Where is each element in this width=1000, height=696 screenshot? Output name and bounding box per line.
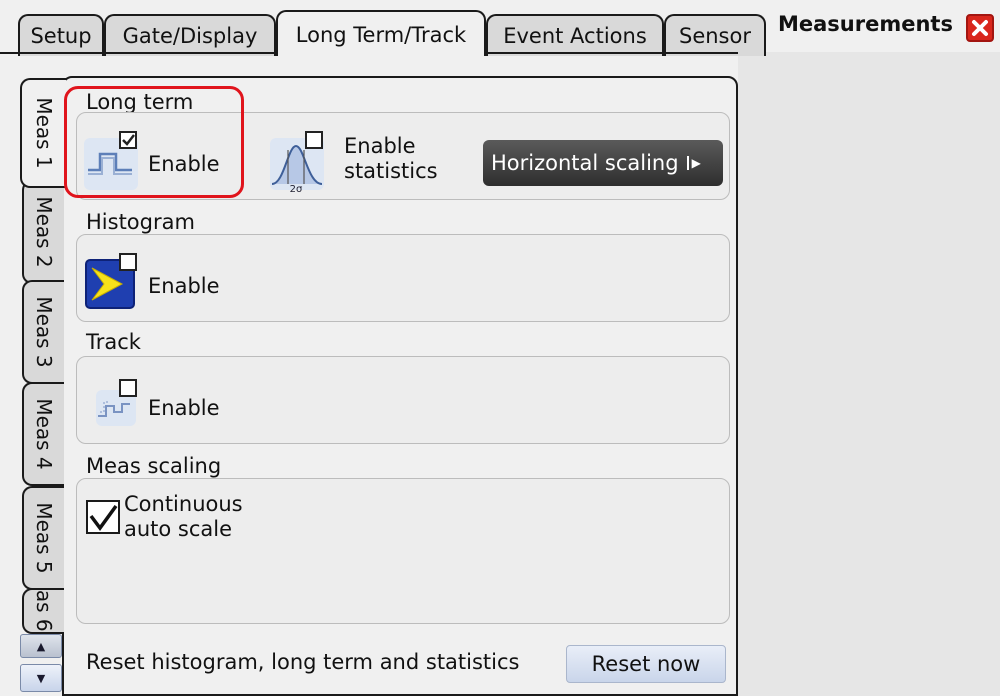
histogram-enable-button[interactable]: [80, 252, 144, 316]
svg-text:2σ: 2σ: [290, 184, 303, 194]
close-button[interactable]: [966, 14, 994, 42]
tab-gate-display[interactable]: Gate/Display: [104, 14, 276, 56]
track-enable-button[interactable]: [80, 372, 144, 436]
long-term-enable-highlight: [64, 86, 244, 198]
continuous-auto-scale-checkbox[interactable]: [86, 500, 120, 534]
side-tab-label: Meas 1: [32, 97, 56, 169]
close-icon: [972, 20, 988, 36]
side-tab-label: Meas 6: [32, 588, 56, 632]
side-tab-meas-6[interactable]: Meas 6: [22, 588, 64, 634]
enable-statistics-button[interactable]: 2σ: [266, 130, 330, 195]
meas-scaling-label: Meas scaling: [86, 454, 222, 478]
side-tab-meas-4[interactable]: Meas 4: [22, 382, 64, 486]
right-empty-area: [738, 52, 1000, 696]
submenu-arrow-icon: ▶: [686, 156, 701, 170]
chevron-up-icon: ▲: [36, 639, 46, 653]
histogram-label: Histogram: [86, 210, 195, 234]
reset-now-button[interactable]: Reset now: [566, 645, 726, 683]
side-tab-meas-5[interactable]: Meas 5: [22, 486, 64, 590]
tab-long-term-track[interactable]: Long Term/Track: [276, 10, 486, 56]
track-icon: [96, 379, 137, 426]
side-tab-label: Meas 5: [32, 502, 56, 574]
continuous-auto-scale-label-line2: auto scale: [124, 517, 233, 541]
side-tabs-scroll-up-button[interactable]: ▲: [20, 634, 62, 658]
side-tabs-scroll-down-button[interactable]: ▼: [20, 664, 62, 692]
reset-description-text: Reset histogram, long term and statistic…: [86, 650, 520, 674]
side-tab-meas-3[interactable]: Meas 3: [22, 280, 64, 384]
tab-event-actions[interactable]: Event Actions: [486, 14, 664, 56]
enable-statistics-label-line2: statistics: [344, 159, 438, 183]
continuous-auto-scale-label: Continuous auto scale: [124, 492, 243, 542]
track-label: Track: [86, 330, 141, 354]
continuous-auto-scale-label-line1: Continuous: [124, 492, 243, 516]
horizontal-scaling-label: Horizontal scaling: [491, 151, 679, 175]
chevron-down-icon: ▼: [36, 671, 46, 685]
tab-sensor[interactable]: Sensor: [664, 14, 766, 56]
histogram-enable-label: Enable: [148, 274, 220, 298]
checkmark-icon: [89, 504, 118, 531]
enable-statistics-label-line1: Enable: [344, 134, 416, 158]
side-tab-label: Meas 2: [32, 196, 56, 268]
tab-setup[interactable]: Setup: [18, 14, 104, 56]
enable-statistics-label: Enable statistics: [344, 134, 438, 184]
side-tab-label: Meas 4: [32, 398, 56, 470]
statistics-2sigma-icon: 2σ: [270, 131, 324, 195]
horizontal-scaling-button[interactable]: Horizontal scaling ▶: [483, 140, 723, 186]
histogram-icon: [85, 253, 137, 309]
side-tab-meas-2[interactable]: Meas 2: [22, 180, 64, 284]
side-tab-label: Meas 3: [32, 296, 56, 368]
window-title: Measurements: [778, 12, 953, 36]
track-enable-label: Enable: [148, 396, 220, 420]
side-tab-meas-1[interactable]: Meas 1: [20, 78, 66, 188]
